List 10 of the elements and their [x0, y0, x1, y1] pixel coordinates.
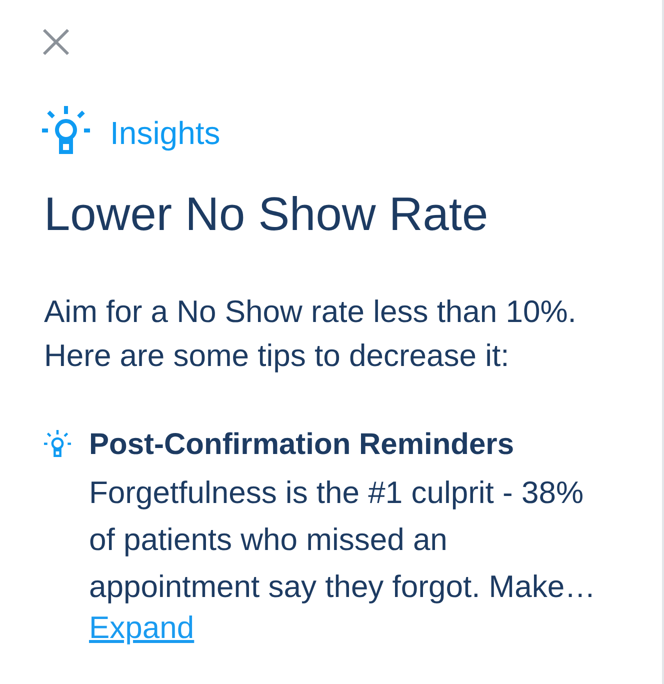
insights-label: Insights	[110, 114, 220, 153]
expand-link[interactable]: Expand	[89, 608, 194, 648]
lightbulb-icon	[42, 106, 90, 154]
lightbulb-icon	[44, 430, 71, 457]
intro-text: Aim for a No Show rate less than 10%. Here are some tips to decrease it:	[44, 293, 578, 375]
insight-title: Lower No Show Rate	[44, 186, 490, 242]
close-icon	[42, 28, 70, 56]
close-button[interactable]	[42, 28, 70, 56]
tip-title: Post-Confirmation Reminders	[89, 427, 516, 463]
tip-text: Forgetfulness is the #1 culprit - 38% of patients who missed an appointment say they forgot. Make…	[89, 474, 596, 606]
